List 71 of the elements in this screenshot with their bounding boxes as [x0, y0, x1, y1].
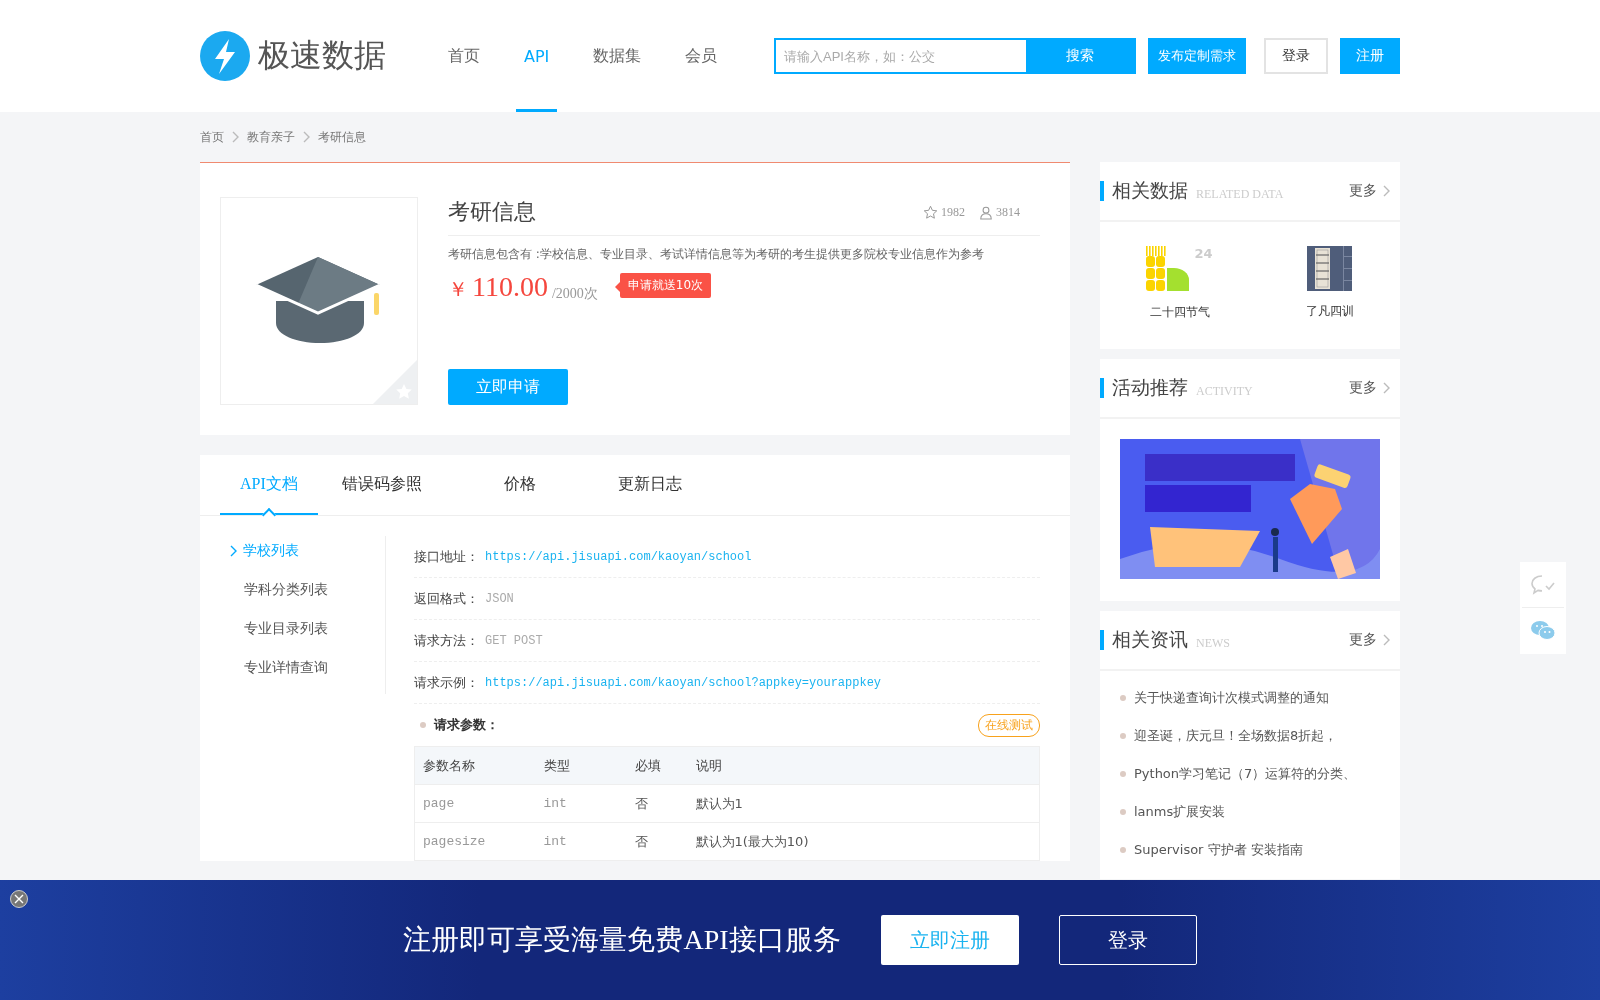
- table-cell: page: [414, 784, 536, 823]
- table-cell: 默认为1(最大为10): [687, 822, 1040, 861]
- close-icon[interactable]: [10, 890, 28, 908]
- doc-tab[interactable]: 价格: [479, 455, 560, 515]
- more-link[interactable]: 更多: [1349, 631, 1390, 649]
- price-text: 110.00: [472, 271, 548, 303]
- panel-title: 相关资讯: [1112, 628, 1188, 652]
- table-cell: 否: [626, 822, 688, 861]
- chevron-icon: [1383, 634, 1390, 646]
- star-icon: [923, 204, 938, 220]
- panel-title: 相关数据: [1112, 179, 1188, 203]
- nav-link[interactable]: 首页: [440, 0, 488, 112]
- field-label: 请求示例：: [414, 673, 479, 692]
- doc-tab[interactable]: 错误码参照: [317, 455, 446, 515]
- doc-menu-item[interactable]: 专业目录列表: [220, 618, 385, 639]
- table-cell: pagesize: [414, 822, 536, 861]
- news-link[interactable]: 迎圣诞，庆元旦！全场数据8折起，: [1120, 727, 1380, 745]
- lightning-logo-icon: [200, 31, 250, 81]
- field-label: 请求方法：: [414, 631, 479, 650]
- price-unit: /2000次: [551, 285, 598, 303]
- book-icon: [1307, 246, 1352, 291]
- user-count: 3814: [996, 204, 1020, 220]
- accent-bar: [1100, 181, 1104, 201]
- table-cell: 否: [626, 784, 688, 823]
- graduation-cap-icon: [256, 257, 382, 345]
- breadcrumb-link[interactable]: 考研信息: [318, 128, 366, 146]
- logo-text: 极速数据: [258, 35, 386, 76]
- login-button[interactable]: 登录: [1264, 38, 1328, 74]
- field-label: 接口地址：: [414, 547, 479, 566]
- chevron-icon: [230, 544, 237, 557]
- product-title: 考研信息: [448, 198, 537, 226]
- banner-text: 注册即可享受海量免费API接口服务: [403, 923, 841, 957]
- table-cell: 默认为1: [687, 784, 1040, 823]
- chevron-icon: [303, 131, 310, 143]
- doc-tab[interactable]: 更新日志: [593, 455, 706, 515]
- user-icon: [979, 204, 993, 220]
- chevron-icon: [1383, 185, 1390, 197]
- field-value: GET POST: [485, 633, 543, 648]
- news-link[interactable]: lanms扩展安装: [1120, 803, 1380, 821]
- currency-sign: ￥: [448, 277, 468, 302]
- favorite-count: 1982: [941, 204, 965, 220]
- doc-menu-item[interactable]: 专业详情查询: [220, 657, 385, 678]
- banner-login-button[interactable]: 登录: [1058, 915, 1197, 965]
- product-description: 考研信息包含有 :学校信息、专业目录、考试详情信息等为考研的考生提供更多院校专业信息作为参考: [448, 246, 985, 263]
- nav-link[interactable]: 数据集: [585, 0, 650, 112]
- bullet-icon: [420, 722, 426, 728]
- field-value: JSON: [485, 591, 514, 606]
- table-cell: int: [535, 822, 627, 861]
- doc-menu-item[interactable]: 学科分类列表: [220, 579, 385, 600]
- breadcrumb-link[interactable]: 首页: [200, 128, 224, 146]
- more-link[interactable]: 更多: [1349, 182, 1390, 200]
- section-title: 请求参数：: [434, 716, 500, 734]
- news-link[interactable]: Supervisor 守护者 安装指南: [1120, 841, 1380, 859]
- table-header: 说明: [687, 746, 1040, 785]
- nav-link[interactable]: 会员: [677, 0, 726, 112]
- news-link[interactable]: 关于快递查询计次模式调整的通知: [1120, 689, 1380, 707]
- chevron-icon: [232, 131, 239, 143]
- field-label: 返回格式：: [414, 589, 479, 608]
- panel-title: 活动推荐: [1112, 376, 1188, 400]
- table-header: 参数名称: [414, 746, 536, 785]
- breadcrumb-link[interactable]: 教育亲子: [247, 128, 295, 146]
- accent-bar: [1100, 630, 1104, 650]
- related-data-item[interactable]: 了凡四训: [1305, 246, 1354, 321]
- accent-bar: [1100, 378, 1104, 398]
- table-header: 必填: [626, 746, 688, 785]
- news-link[interactable]: Python学习笔记（7）运算符的分类、: [1120, 765, 1380, 783]
- table-cell: int: [535, 784, 627, 823]
- wheat-icon: [1146, 246, 1191, 292]
- table-header: 类型: [535, 746, 627, 785]
- more-link[interactable]: 更多: [1349, 379, 1390, 397]
- chevron-icon: [1383, 382, 1390, 394]
